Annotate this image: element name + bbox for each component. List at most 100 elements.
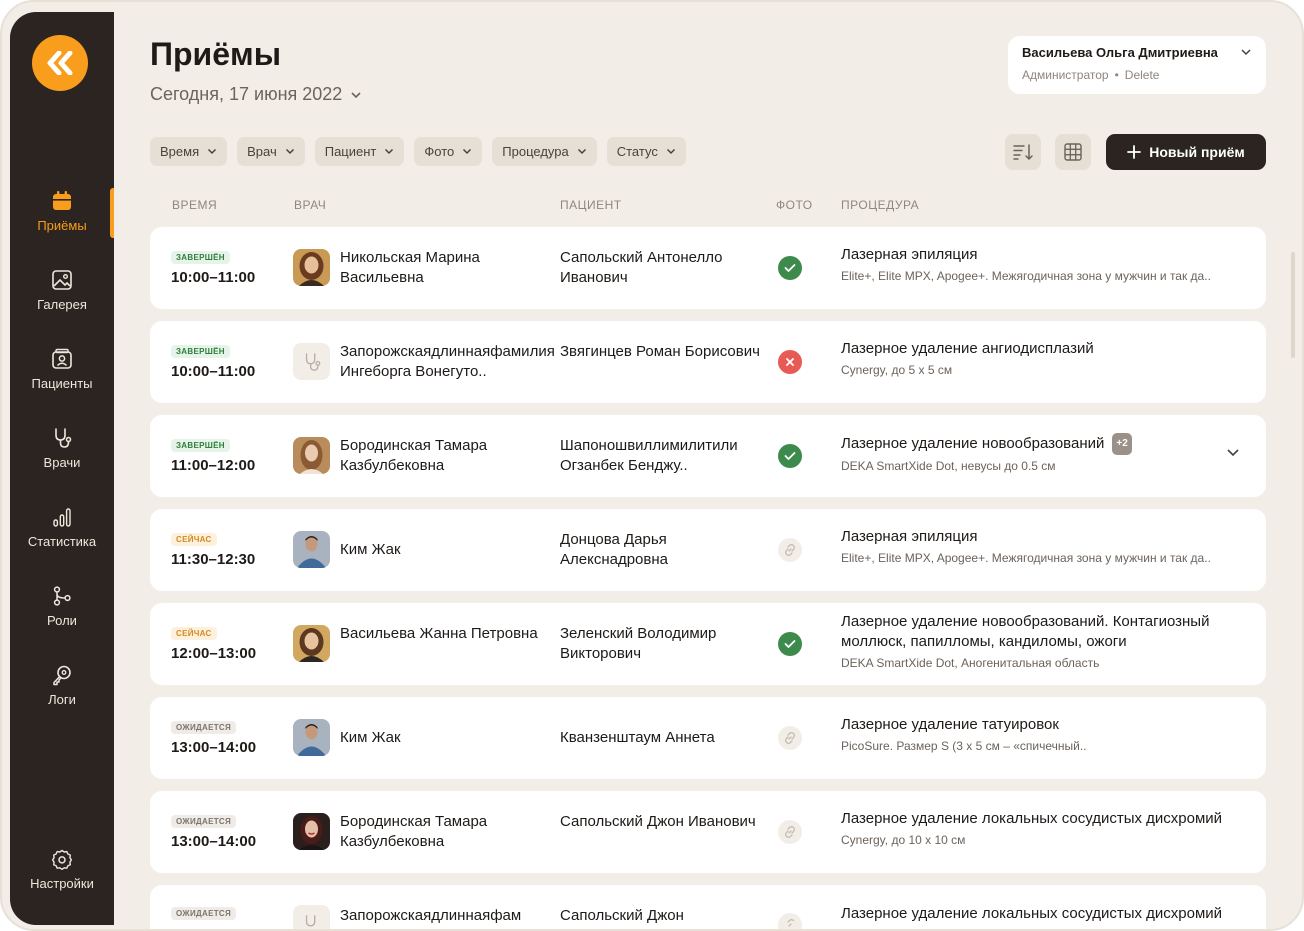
table-row[interactable]: ожидается 13:00–14:00 Бородинская Тамара…	[150, 791, 1266, 873]
sidebar-item-gallery[interactable]: Галерея	[10, 269, 114, 329]
doctor-name: Ким Жак	[340, 729, 401, 746]
procedure: Лазерное удаление локальных сосудистых д…	[841, 904, 1251, 924]
avatar-placeholder	[293, 343, 330, 380]
user-menu[interactable]: Васильева Ольга Дмитриевна Администратор…	[1008, 36, 1266, 94]
patient-name: Звягинцев Роман Борисович	[560, 343, 760, 360]
status-badge: сейчас	[171, 627, 217, 640]
column-header-doctor[interactable]: ВРАЧ	[294, 198, 326, 212]
chevron-down-icon	[385, 148, 394, 155]
avatar	[293, 719, 330, 756]
expand-chevron-icon[interactable]	[1226, 448, 1240, 457]
patient-name: Сапольский Антонелло Иванович	[560, 249, 723, 286]
sidebar-item-label: Пациенты	[31, 376, 93, 391]
table-row[interactable]: сейчас 12:00–13:00 Васильева Жанна Петро…	[150, 603, 1266, 685]
table-row[interactable]: ожидается 13:00–14:00 Ким Жак Кванзеншта…	[150, 697, 1266, 779]
procedure-title: Лазерное удаление локальных сосудистых д…	[841, 905, 1223, 922]
filter-label: Процедура	[502, 144, 569, 159]
sidebar-item-statistics[interactable]: Статистика	[10, 506, 114, 566]
procedure: Лазерная эпиляция Elite+, Elite MPX, Apo…	[841, 527, 1251, 565]
logo[interactable]	[32, 35, 88, 91]
sidebar-item-label: Роли	[47, 613, 77, 628]
time-range: 13:00–14:00	[171, 739, 257, 756]
chevron-down-icon	[208, 148, 217, 155]
status-badge: ожидается	[171, 721, 237, 734]
patient-name: Зеленский Володимир Викторович	[560, 625, 717, 662]
grid-icon	[1064, 143, 1082, 161]
more-procedures-badge[interactable]: +2	[1112, 433, 1132, 455]
grid-view-button[interactable]	[1055, 134, 1091, 170]
table-row[interactable]: ожидается Запорожскаядлиннаяфам Сапольск…	[150, 885, 1266, 929]
procedure: Лазерное удаление ангиодисплазий Cynergy…	[841, 339, 1251, 377]
scrollbar[interactable]	[1291, 252, 1295, 358]
patient-name: Сапольский Джон Иванович	[560, 813, 756, 830]
link-icon	[778, 538, 802, 562]
chevron-down-icon	[666, 148, 675, 155]
status-badge: завершён	[171, 439, 230, 452]
avatar	[293, 531, 330, 568]
procedure-details: Elite+, Elite MPX, Apogee+. Межягодичная…	[841, 269, 1211, 283]
patient-name: Донцова Дарья Алекснадровна	[560, 531, 668, 568]
filter-photo[interactable]: Фото	[414, 137, 483, 166]
column-header-time[interactable]: ВРЕМЯ	[172, 198, 217, 212]
filter-procedure[interactable]: Процедура	[492, 137, 597, 166]
chevron-down-icon	[577, 148, 586, 155]
procedure-title: Лазерное удаление ангиодисплазий	[841, 340, 1094, 357]
photo-uploaded-icon	[778, 632, 802, 656]
column-header-procedure[interactable]: ПРОЦЕДУРА	[841, 198, 919, 212]
stethoscope-icon	[305, 352, 320, 371]
calendar-icon	[53, 191, 71, 210]
new-appointment-button[interactable]: Новый приём	[1106, 134, 1266, 170]
procedure: Лазерное удаление локальных сосудистых д…	[841, 809, 1251, 847]
photo-missing-icon	[778, 350, 802, 374]
doctor-name: Запорожскаядлиннаяфамилия Ингеборга Воне…	[340, 343, 555, 380]
sidebar-item-logs[interactable]: Логи	[10, 664, 114, 724]
chevron-down-icon	[463, 148, 472, 155]
doctor-name: Бородинская Тамара Казбулбековна	[340, 813, 488, 850]
filter-status[interactable]: Статус	[606, 137, 686, 166]
procedure-details: Elite+, Elite MPX, Apogee+. Межягодичная…	[841, 551, 1211, 565]
table-row[interactable]: завершён 10:00–11:00 Никольская Марина В…	[150, 227, 1266, 309]
photo-uploaded-icon	[778, 256, 802, 280]
sidebar-item-settings[interactable]: Настройки	[10, 848, 114, 908]
table-row[interactable]: сейчас 11:30–12:30 Ким Жак Донцова Дарья…	[150, 509, 1266, 591]
procedure-title: Лазерное удаление локальных сосудистых д…	[841, 810, 1223, 827]
link-icon	[778, 913, 802, 929]
status-badge: завершён	[171, 345, 230, 358]
sidebar-item-label: Врачи	[43, 455, 81, 470]
sidebar-item-doctors[interactable]: Врачи	[10, 427, 114, 487]
filter-time[interactable]: Время	[150, 137, 228, 166]
time-range: 12:00–13:00	[171, 645, 257, 662]
sidebar-item-patients[interactable]: Пациенты	[10, 348, 114, 408]
sidebar-item-label: Приёмы	[37, 218, 87, 233]
column-header-patient[interactable]: ПАЦИЕНТ	[560, 198, 622, 212]
bar-chart-icon	[53, 508, 71, 527]
procedure-title: Лазерное удаление новообразований. Конта…	[841, 613, 1210, 650]
column-header-photo[interactable]: ФОТО	[776, 198, 813, 212]
procedure-title: Лазерная эпиляция	[841, 246, 978, 263]
date-label: Сегодня, 17 июня 2022	[150, 84, 343, 104]
table-row[interactable]: завершён 11:00–12:00 Бородинская Тамара …	[150, 415, 1266, 497]
doctor-name: Ким Жак	[340, 541, 401, 558]
date-select[interactable]: Сегодня, 17 июня 2022	[150, 84, 362, 105]
avatar	[293, 625, 330, 662]
stethoscope-icon	[55, 428, 72, 448]
filter-patient[interactable]: Пациент	[314, 137, 405, 166]
status-badge: ожидается	[171, 815, 237, 828]
procedure: Лазерное удаление новообразований +2 DEK…	[841, 433, 1251, 473]
link-icon	[778, 726, 802, 750]
sort-button[interactable]	[1005, 134, 1041, 170]
table-row[interactable]: завершён 10:00–11:00 Запорожскаядлиннаяф…	[150, 321, 1266, 403]
sidebar-item-roles[interactable]: Роли	[10, 585, 114, 645]
avatar	[293, 249, 330, 286]
filter-label: Время	[160, 144, 200, 159]
filter-doctor[interactable]: Врач	[237, 137, 305, 166]
sidebar-item-appointments[interactable]: Приёмы	[10, 190, 114, 250]
time-range: 13:00–14:00	[171, 833, 257, 850]
procedure-title: Лазерное удаление новообразований	[841, 435, 1105, 452]
avatar-placeholder	[293, 905, 330, 929]
filter-label: Фото	[424, 144, 455, 159]
chevron-down-icon	[351, 91, 361, 98]
delete-link[interactable]: Delete	[1125, 68, 1160, 82]
filter-bar: Время Врач Пациент Фото Процедура Статус	[150, 137, 686, 166]
doctor-name: Никольская Марина Васильевна	[340, 249, 480, 286]
